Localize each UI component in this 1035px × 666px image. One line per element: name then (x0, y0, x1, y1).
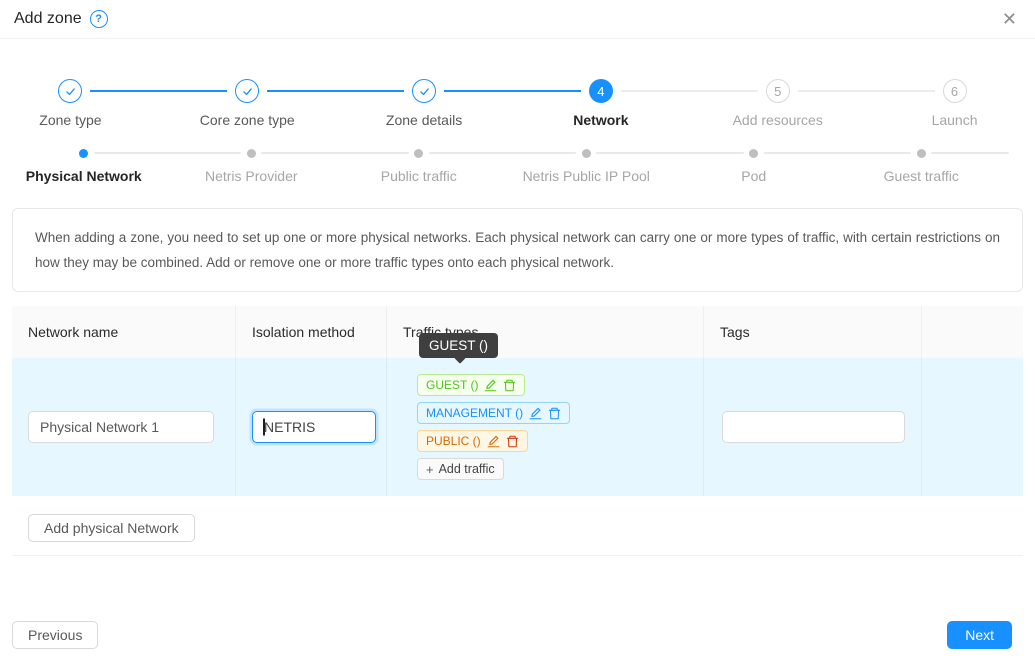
step-label: Zone type (0, 112, 159, 128)
edit-icon[interactable] (529, 407, 542, 420)
delete-icon[interactable] (548, 407, 561, 420)
next-button[interactable]: Next (947, 621, 1012, 649)
substep-guest-traffic: Guest traffic (838, 148, 1006, 184)
cell-isolation-method (236, 358, 387, 496)
traffic-chip-public: PUBLIC () (417, 430, 528, 452)
add-traffic-label: Add traffic (439, 462, 495, 476)
traffic-chip-management: MANAGEMENT () (417, 402, 570, 424)
check-icon (241, 85, 254, 98)
cell-traffic-types: GUEST () MANAGEMENT () PUBLIC () (387, 358, 704, 496)
step-label: Launch (866, 112, 1035, 128)
network-name-input[interactable] (28, 411, 214, 443)
delete-icon[interactable] (503, 379, 516, 392)
text-caret (263, 419, 265, 436)
step-label: Zone details (336, 112, 513, 128)
step-zone-details: Zone details (336, 79, 513, 128)
tags-input[interactable] (722, 411, 905, 443)
step-label: Core zone type (159, 112, 336, 128)
step-core-zone-type: Core zone type (159, 79, 336, 128)
step-network: 4 Network (512, 79, 689, 128)
wizard-stepper: Zone type Core zone type Zone details 4 … (0, 39, 1035, 184)
substep-label: Physical Network (0, 168, 168, 184)
step-label: Add resources (689, 112, 866, 128)
substep-label: Netris Provider (168, 168, 336, 184)
edit-icon[interactable] (484, 379, 497, 392)
check-icon (64, 85, 77, 98)
column-header-tags: Tags (704, 306, 922, 358)
traffic-chip-label: GUEST () (426, 378, 478, 392)
physical-networks-table: GUEST () Network name Isolation method T… (12, 306, 1023, 556)
substep-label: Public traffic (335, 168, 503, 184)
step-number-circle: 4 (589, 79, 613, 103)
step-check-circle (58, 79, 82, 103)
guest-traffic-tooltip: GUEST () (419, 333, 498, 358)
help-icon[interactable]: ? (90, 10, 108, 28)
substep-pod: Pod (670, 148, 838, 184)
step-add-resources: 5 Add resources (689, 79, 866, 128)
traffic-chip-label: MANAGEMENT () (426, 406, 523, 420)
info-banner: When adding a zone, you need to set up o… (12, 208, 1023, 292)
step-dot (79, 149, 88, 158)
dialog-header: Add zone ? ✕ (0, 0, 1035, 39)
traffic-chip-label: PUBLIC () (426, 434, 481, 448)
step-number: 4 (597, 84, 604, 99)
substep-label: Pod (670, 168, 838, 184)
step-number-circle: 6 (943, 79, 967, 103)
table-row: GUEST () MANAGEMENT () PUBLIC () (12, 358, 1023, 496)
table-header-row: Network name Isolation method Traffic ty… (12, 306, 1023, 358)
dialog-title: Add zone (14, 10, 82, 28)
delete-icon[interactable] (506, 435, 519, 448)
step-dot (917, 149, 926, 158)
step-dot (414, 149, 423, 158)
previous-button[interactable]: Previous (12, 621, 98, 649)
cell-network-name (12, 358, 236, 496)
substep-netris-provider: Netris Provider (168, 148, 336, 184)
column-header-network-name: Network name (12, 306, 236, 358)
table-footer-row: Add physical Network (12, 496, 1023, 555)
column-header-actions (922, 306, 1023, 358)
isolation-method-input[interactable] (252, 411, 376, 443)
wizard-footer: Previous Next (12, 621, 1012, 649)
plus-icon: + (426, 462, 434, 477)
cell-tags (704, 358, 922, 496)
traffic-chip-guest: GUEST () (417, 374, 525, 396)
step-check-circle (412, 79, 436, 103)
step-number-circle: 5 (766, 79, 790, 103)
substep-label: Guest traffic (838, 168, 1006, 184)
close-icon[interactable]: ✕ (998, 8, 1021, 30)
substep-label: Netris Public IP Pool (503, 168, 671, 184)
add-physical-network-button[interactable]: Add physical Network (28, 514, 195, 542)
substep-physical-network: Physical Network (0, 148, 168, 184)
step-dot (247, 149, 256, 158)
substep-netris-public-ip-pool: Netris Public IP Pool (503, 148, 671, 184)
step-dot (749, 149, 758, 158)
edit-icon[interactable] (487, 435, 500, 448)
step-dot (582, 149, 591, 158)
network-sub-stepper: Physical Network Netris Provider Public … (0, 148, 1005, 184)
step-zone-type: Zone type (0, 79, 159, 128)
column-header-isolation-method: Isolation method (236, 306, 387, 358)
substep-public-traffic: Public traffic (335, 148, 503, 184)
step-number: 6 (951, 84, 958, 99)
step-check-circle (235, 79, 259, 103)
add-traffic-button[interactable]: + Add traffic (417, 458, 504, 480)
cell-actions (922, 358, 1023, 496)
step-label: Network (512, 112, 689, 128)
step-launch: 6 Launch (866, 79, 1035, 128)
check-icon (418, 85, 431, 98)
step-number: 5 (774, 84, 781, 99)
